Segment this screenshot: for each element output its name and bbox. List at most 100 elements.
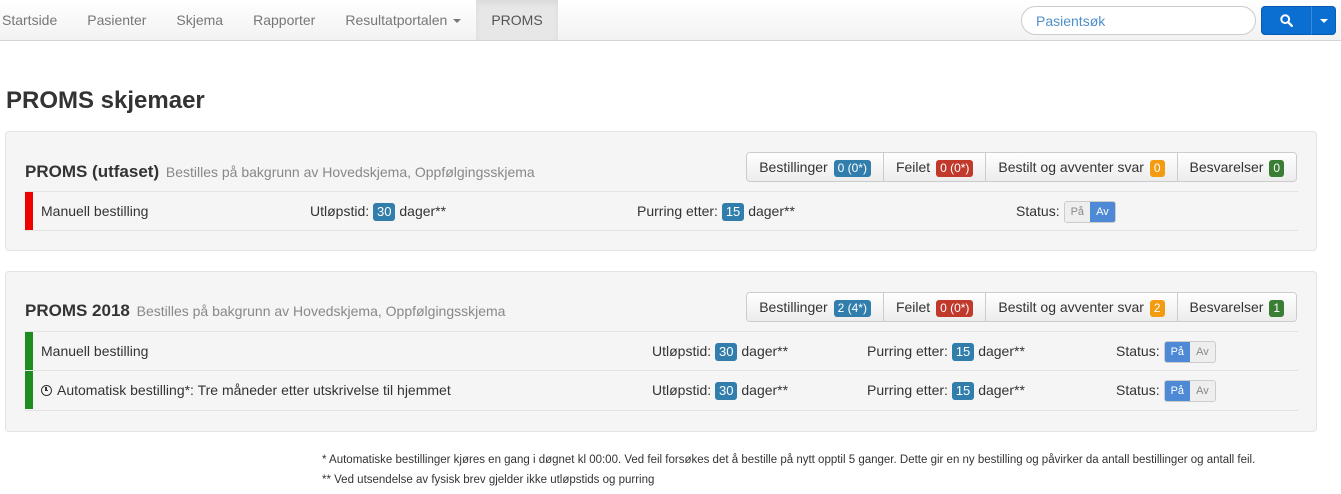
feilet-badge: 0 (0*) xyxy=(936,300,974,317)
section-title-text: PROMS (utfaset) xyxy=(25,162,160,181)
list-item: Automatisk bestilling*: Tre måneder ette… xyxy=(25,371,1298,411)
clock-icon xyxy=(41,385,52,396)
section-title: PROMS (utfaset) Bestilles på bakgrunn av… xyxy=(25,162,535,182)
page-title: PROMS skjemaer xyxy=(6,87,205,114)
utlopstid-unit: dager** xyxy=(741,382,789,398)
nav-rapporter[interactable]: Rapporter xyxy=(238,0,330,40)
main-nav: Startside Pasienter Skjema Rapporter Res… xyxy=(0,0,558,40)
avventer-button[interactable]: Bestilt og avventer svar 0 xyxy=(986,153,1178,181)
row-name: Manuell bestilling xyxy=(41,203,149,219)
search-icon xyxy=(1280,14,1293,27)
navbar: Startside Pasienter Skjema Rapporter Res… xyxy=(0,0,1341,41)
besvarelser-badge: 0 xyxy=(1269,160,1284,177)
bestillinger-badge: 0 (0*) xyxy=(833,160,871,177)
status-toggle: På Av xyxy=(1063,201,1116,224)
avventer-badge: 2 xyxy=(1149,300,1165,317)
nav-skjema[interactable]: Skjema xyxy=(161,0,238,40)
status-label: Status: xyxy=(1016,203,1060,219)
bestillinger-button[interactable]: Bestillinger 0 (0*) xyxy=(747,153,884,181)
feilet-button[interactable]: Feilet 0 (0*) xyxy=(883,153,987,181)
row-name-text: Automatisk bestilling*: Tre måneder ette… xyxy=(57,382,451,398)
status: Status: På Av xyxy=(1016,192,1116,230)
purring-label: Purring etter: xyxy=(637,203,718,219)
status-indicator xyxy=(25,371,33,409)
utlopstid: Utløpstid: 30 dager** xyxy=(310,192,446,230)
purring-badge: 15 xyxy=(721,203,745,221)
bestillinger-label: Bestillinger xyxy=(759,159,828,175)
avventer-button[interactable]: Bestilt og avventer svar 2 xyxy=(986,293,1178,321)
utlopstid-badge: 30 xyxy=(715,343,738,361)
besvarelser-label: Besvarelser xyxy=(1189,299,1264,315)
utlopstid-badge: 30 xyxy=(373,203,396,221)
toggle-on-button[interactable]: På xyxy=(1064,202,1091,223)
besvarelser-label: Besvarelser xyxy=(1189,159,1264,175)
row-name: Automatisk bestilling*: Tre måneder ette… xyxy=(41,371,451,409)
purring-label: Purring etter: xyxy=(867,382,948,398)
bestillinger-badge: 2 (4*) xyxy=(833,300,871,317)
feilet-label: Feilet xyxy=(895,299,931,315)
utlopstid-unit: dager** xyxy=(741,343,789,359)
search-button[interactable] xyxy=(1261,6,1312,35)
toggle-off-button[interactable]: Av xyxy=(1190,381,1215,402)
bestillinger-button[interactable]: Bestillinger 2 (4*) xyxy=(747,293,884,321)
feilet-label: Feilet xyxy=(895,159,931,175)
purring: Purring etter: 15 dager** xyxy=(867,371,1025,409)
chevron-down-icon xyxy=(453,19,462,24)
patient-search-input[interactable] xyxy=(1021,6,1256,35)
nav-pasienter[interactable]: Pasienter xyxy=(72,0,161,40)
toggle-off-button[interactable]: Av xyxy=(1090,202,1115,223)
footnote-automatic: * Automatiske bestillinger kjøres en gan… xyxy=(322,454,1256,466)
besvarelser-button[interactable]: Besvarelser 1 xyxy=(1177,293,1296,321)
row-name: Manuell bestilling xyxy=(41,343,149,359)
besvarelser-button[interactable]: Besvarelser 0 xyxy=(1177,153,1296,181)
nav-resultatportalen-label: Resultatportalen xyxy=(345,12,448,28)
utlopstid-badge: 30 xyxy=(715,382,738,400)
purring-label: Purring etter: xyxy=(867,343,948,359)
status-indicator xyxy=(25,332,33,370)
bestillinger-label: Bestillinger xyxy=(759,299,828,315)
list-item: Manuell bestilling Utløpstid: 30 dager**… xyxy=(25,191,1298,231)
list-item: Manuell bestilling Utløpstid: 30 dager**… xyxy=(25,331,1298,371)
purring-unit: dager** xyxy=(978,343,1025,359)
section-title: PROMS 2018 Bestilles på bakgrunn av Hove… xyxy=(25,301,505,321)
avventer-badge: 0 xyxy=(1149,160,1165,177)
nav-startside[interactable]: Startside xyxy=(0,0,72,40)
status-toggle: På Av xyxy=(1163,380,1216,403)
section-proms-2018: PROMS 2018 Bestilles på bakgrunn av Hove… xyxy=(5,271,1317,432)
toggle-off-button[interactable]: Av xyxy=(1190,342,1215,363)
besvarelser-badge: 1 xyxy=(1269,300,1284,317)
stats-button-group: Bestillinger 2 (4*) Feilet 0 (0*) Bestil… xyxy=(746,292,1297,322)
utlopstid: Utløpstid: 30 dager** xyxy=(652,332,788,370)
feilet-button[interactable]: Feilet 0 (0*) xyxy=(883,293,987,321)
purring-unit: dager** xyxy=(748,203,795,219)
status-toggle: På Av xyxy=(1163,341,1216,364)
section-proms-utfaset: PROMS (utfaset) Bestilles på bakgrunn av… xyxy=(5,131,1317,251)
status-label: Status: xyxy=(1116,343,1160,359)
avventer-label: Bestilt og avventer svar xyxy=(998,159,1144,175)
utlopstid-label: Utløpstid: xyxy=(652,343,712,359)
avventer-label: Bestilt og avventer svar xyxy=(998,299,1144,315)
utlopstid: Utløpstid: 30 dager** xyxy=(652,371,788,409)
utlopstid-label: Utløpstid: xyxy=(310,203,370,219)
stats-button-group: Bestillinger 0 (0*) Feilet 0 (0*) Bestil… xyxy=(746,152,1297,182)
section-subtitle: Bestilles på bakgrunn av Hovedskjema, Op… xyxy=(136,303,506,319)
status-indicator xyxy=(25,192,33,230)
purring: Purring etter: 15 dager** xyxy=(637,192,795,230)
section-subtitle: Bestilles på bakgrunn av Hovedskjema, Op… xyxy=(165,164,535,180)
status: Status: På Av xyxy=(1116,332,1216,370)
nav-resultatportalen[interactable]: Resultatportalen xyxy=(330,0,476,40)
status-label: Status: xyxy=(1116,382,1160,398)
section-title-text: PROMS 2018 xyxy=(25,301,130,320)
nav-proms[interactable]: PROMS xyxy=(476,0,558,40)
utlopstid-label: Utløpstid: xyxy=(652,382,712,398)
purring-badge: 15 xyxy=(951,382,975,400)
toggle-on-button[interactable]: På xyxy=(1164,342,1191,363)
purring-badge: 15 xyxy=(951,343,975,361)
chevron-down-icon xyxy=(1319,18,1328,23)
feilet-badge: 0 (0*) xyxy=(936,160,974,177)
status: Status: På Av xyxy=(1116,371,1216,409)
toggle-on-button[interactable]: På xyxy=(1164,381,1191,402)
footnote-letter: ** Ved utsendelse av fysisk brev gjelder… xyxy=(322,474,655,486)
purring-unit: dager** xyxy=(978,382,1025,398)
search-options-dropdown[interactable] xyxy=(1311,6,1336,35)
